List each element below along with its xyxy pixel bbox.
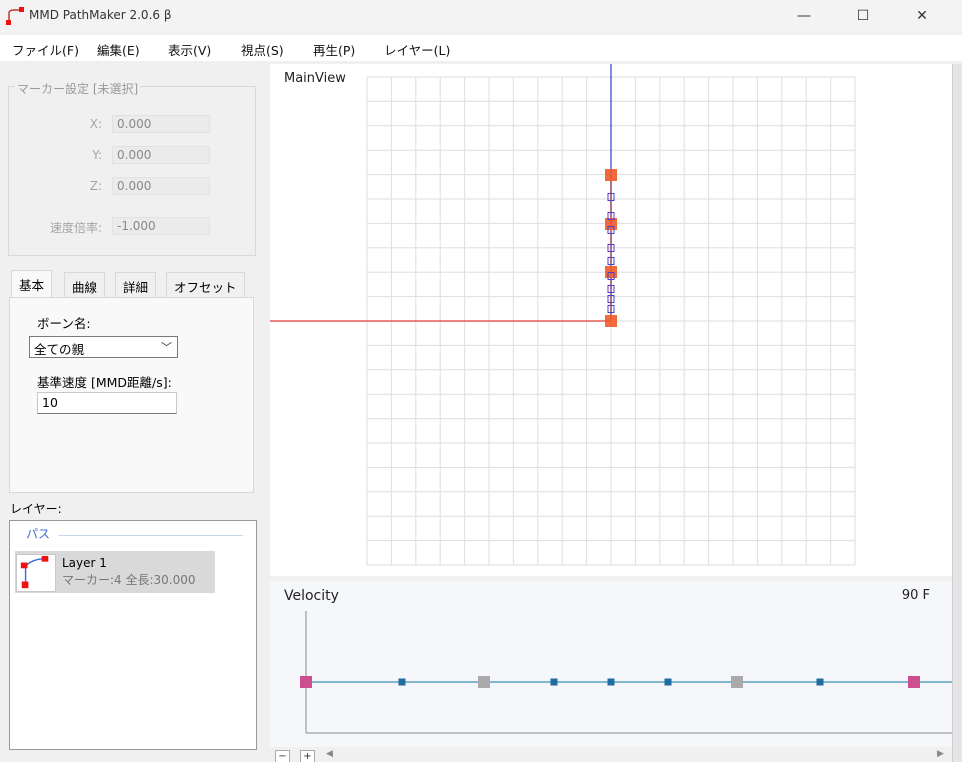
speed-multiplier-field[interactable]: -1.000 <box>112 217 210 235</box>
chevron-down-icon: ﹀ <box>161 341 172 354</box>
zoom-in-button[interactable]: + <box>300 750 315 762</box>
velocity-sample-point <box>398 678 406 686</box>
base-speed-input[interactable]: 10 <box>37 392 177 414</box>
menu-viewpoint[interactable]: 視点(S) <box>241 40 284 59</box>
main-view-label: MainView <box>284 71 346 86</box>
menu-bar: ファイル(F) 編集(E) 表示(V) 視点(S) 再生(P) レイヤー(L) <box>0 35 962 61</box>
base-speed-label: 基準速度 [MMD距離/s]: <box>37 375 172 390</box>
title-bar: MMD PathMaker 2.0.6 β — ☐ ✕ <box>0 0 962 32</box>
list-item[interactable]: Layer 1 マーカー:4 全長:30.000 <box>15 551 215 593</box>
app-logo-icon <box>6 7 24 25</box>
z-field[interactable]: 0.000 <box>112 177 210 195</box>
tab-offset[interactable]: オフセット <box>166 272 245 297</box>
timeline-controls: − + ◀ ▶ <box>270 748 952 762</box>
tab-curve[interactable]: 曲線 <box>64 272 106 297</box>
tab-basic[interactable]: 基本 <box>11 270 53 298</box>
velocity-sample-point <box>550 678 558 686</box>
scroll-left-icon[interactable]: ◀ <box>326 749 333 759</box>
tab-detail[interactable]: 詳細 <box>115 272 157 297</box>
zoom-out-button[interactable]: − <box>275 750 290 762</box>
speed-multiplier-label: 速度倍率: <box>49 221 102 235</box>
y-label: Y: <box>92 148 102 162</box>
y-field[interactable]: 0.000 <box>112 146 210 164</box>
menu-view[interactable]: 表示(V) <box>168 40 211 59</box>
bone-name-value: 全ての親 <box>34 342 85 357</box>
menu-edit[interactable]: 編集(E) <box>97 40 140 59</box>
velocity-graph[interactable] <box>270 581 952 747</box>
frame-count-label: 90 F <box>901 588 930 603</box>
menu-layer[interactable]: レイヤー(L) <box>384 40 450 59</box>
path-group-header: パス <box>26 527 51 541</box>
maximize-button[interactable]: ☐ <box>840 0 886 32</box>
velocity-marker-point <box>731 676 743 688</box>
layer-name: Layer 1 <box>62 556 107 570</box>
z-label: Z: <box>89 179 102 193</box>
marker-settings-legend: マーカー設定 [未選択] <box>15 80 141 97</box>
velocity-sample-point <box>607 678 615 686</box>
path-marker <box>605 315 617 327</box>
velocity-marker-point <box>478 676 490 688</box>
bone-name-label: ボーン名: <box>37 316 91 331</box>
x-field[interactable]: 0.000 <box>112 115 210 133</box>
layer-info: マーカー:4 全長:30.000 <box>62 573 196 587</box>
velocity-sample-point <box>664 678 672 686</box>
layer-list[interactable]: パス Layer 1 マーカー:4 全長:30.000 <box>9 520 257 750</box>
main-view-grid[interactable] <box>270 64 952 576</box>
minimize-button[interactable]: — <box>781 0 827 32</box>
velocity-panel[interactable]: Velocity 90 F <box>270 581 952 747</box>
path-marker <box>605 169 617 181</box>
path-group-divider <box>58 535 243 536</box>
velocity-sample-point <box>816 678 824 686</box>
scroll-right-icon[interactable]: ▶ <box>937 749 944 759</box>
left-pane: マーカー設定 [未選択] X: 0.000 Y: 0.000 Z: 0.000 … <box>0 63 268 762</box>
main-view-canvas[interactable]: MainView <box>270 64 952 576</box>
close-button[interactable]: ✕ <box>899 0 945 32</box>
velocity-key-point <box>300 676 312 688</box>
window-edge <box>952 64 962 762</box>
layers-label: レイヤー: <box>10 502 62 516</box>
velocity-key-point <box>908 676 920 688</box>
path-thumbnail-icon <box>16 554 56 592</box>
x-label: X: <box>89 117 102 131</box>
window-title: MMD PathMaker 2.0.6 β <box>29 8 172 22</box>
bone-name-select[interactable]: 全ての親 ﹀ <box>29 336 178 358</box>
menu-play[interactable]: 再生(P) <box>313 40 355 59</box>
velocity-label: Velocity <box>284 588 339 604</box>
menu-file[interactable]: ファイル(F) <box>12 40 79 59</box>
